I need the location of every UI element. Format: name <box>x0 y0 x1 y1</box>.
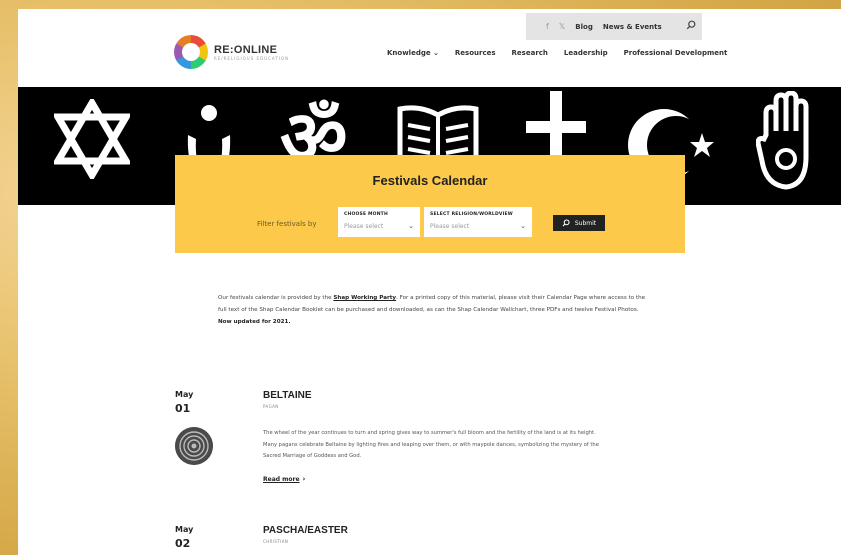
nav-knowledge[interactable]: Knowledge ⌄ <box>387 49 439 57</box>
nav-research[interactable]: Research <box>512 49 548 57</box>
festival-name[interactable]: PASCHA/EASTER <box>263 525 348 536</box>
facebook-icon[interactable]: f <box>546 22 549 31</box>
site-logo[interactable]: RE:ONLINE RE/RELIGIOUS EDUCATION <box>174 35 289 69</box>
religion-select-label: SELECT RELIGION/WORLDVIEW <box>430 212 513 217</box>
nav-leadership[interactable]: Leadership <box>564 49 608 57</box>
month-select-value: Please select <box>344 223 384 230</box>
read-more-label: Read more <box>263 476 300 483</box>
search-icon <box>562 219 570 227</box>
festival-month: May <box>175 525 194 534</box>
festival-description: The wheel of the year continues to turn … <box>263 430 599 459</box>
logo-name: RE:ONLINE <box>214 43 278 56</box>
chevron-down-icon: ⌄ <box>520 222 526 230</box>
filter-label: Filter festivals by <box>257 220 317 228</box>
festival-entry: May 01 BELTAINE PAGAN The wheel of the y… <box>175 390 675 500</box>
star-of-david-icon <box>54 99 130 179</box>
intro-pre: Our festivals calendar is provided by th… <box>218 295 334 301</box>
religion-select[interactable]: SELECT RELIGION/WORLDVIEW Please select … <box>424 207 532 237</box>
spiral-icon <box>175 427 213 465</box>
search-icon[interactable] <box>686 20 696 33</box>
festival-month: May <box>175 390 194 399</box>
festival-tradition: PAGAN <box>263 404 279 409</box>
news-events-link[interactable]: News & Events <box>603 23 662 31</box>
chevron-down-icon: ⌄ <box>430 49 439 57</box>
chevron-down-icon: ⌄ <box>408 222 414 230</box>
calendar-title: Festivals Calendar <box>372 173 488 188</box>
festival-day: 02 <box>175 537 191 550</box>
intro-text: Our festivals calendar is provided by th… <box>218 292 648 328</box>
jain-hand-icon <box>756 91 809 190</box>
festival-day: 01 <box>175 402 191 415</box>
main-nav: Knowledge ⌄ Resources Research Leadershi… <box>387 49 727 57</box>
shap-working-party-link[interactable]: Shap Working Party <box>333 295 396 301</box>
festival-tradition: CHRISTIAN <box>263 539 289 544</box>
nav-professional-development[interactable]: Professional Development <box>624 49 728 57</box>
blog-link[interactable]: Blog <box>575 23 593 31</box>
read-more-link[interactable]: Read more › <box>263 475 305 483</box>
chevron-right-icon: › <box>302 475 306 483</box>
month-select-label: CHOOSE MONTH <box>344 212 388 217</box>
festivals-calendar-panel: Festivals Calendar Filter festivals by C… <box>175 155 685 253</box>
submit-button[interactable]: Submit <box>553 215 605 231</box>
nav-resources[interactable]: Resources <box>455 49 496 57</box>
logo-mark-icon <box>174 35 208 69</box>
twitter-icon[interactable]: 𝕏 <box>559 22 565 31</box>
logo-tagline: RE/RELIGIOUS EDUCATION <box>214 55 290 61</box>
submit-label: Submit <box>574 219 597 227</box>
month-select[interactable]: CHOOSE MONTH Please select ⌄ <box>338 207 420 237</box>
page: f 𝕏 Blog News & Events RE:ONLINE RE/RELI… <box>18 9 841 555</box>
utility-bar: f 𝕏 Blog News & Events <box>526 13 702 40</box>
festival-name[interactable]: BELTAINE <box>263 390 312 401</box>
festival-entry: May 02 PASCHA/EASTER CHRISTIAN <box>175 525 675 555</box>
religion-select-value: Please select <box>430 223 470 230</box>
intro-updated: Now updated for 2021. <box>218 319 291 325</box>
